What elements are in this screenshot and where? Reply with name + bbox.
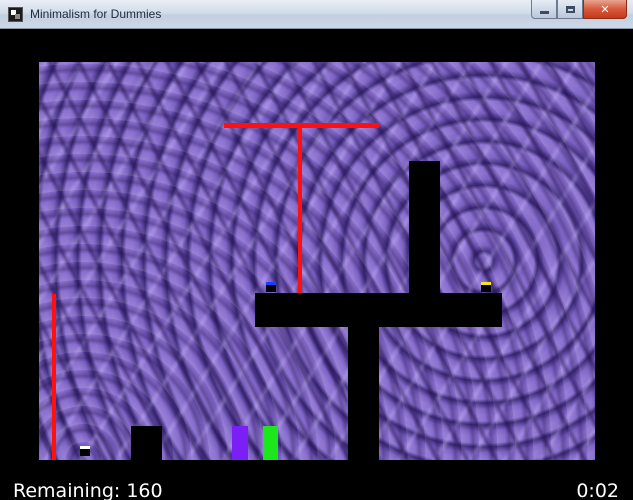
pillar-block: [348, 327, 379, 460]
wall-block-tall-right: [409, 161, 440, 295]
switch-blue[interactable]: [266, 282, 276, 292]
remaining-label: Remaining:: [13, 480, 121, 500]
close-icon: ✕: [600, 2, 610, 16]
window-title: Minimalism for Dummies: [30, 7, 162, 21]
maximize-icon: [565, 5, 575, 13]
remaining-count: 160: [126, 480, 163, 500]
switch-white[interactable]: [80, 446, 90, 456]
remaining-counter: Remaining: 160: [13, 480, 163, 500]
game-canvas[interactable]: Remaining: 160 0:02: [7, 29, 626, 500]
window-controls: ✕: [531, 0, 627, 20]
player-green[interactable]: [263, 426, 278, 460]
minimize-icon: [539, 10, 549, 14]
close-button[interactable]: ✕: [583, 0, 627, 19]
level-playfield: [39, 62, 595, 460]
title-bar[interactable]: Minimalism for Dummies ✕: [0, 0, 633, 29]
switch-yellow[interactable]: [481, 282, 491, 292]
laser-beam-vertical-left: [52, 294, 56, 460]
floor-block-small: [131, 426, 162, 460]
app-icon: [8, 7, 23, 22]
maximize-button[interactable]: [557, 0, 583, 19]
minimize-button[interactable]: [531, 0, 557, 19]
player-purple[interactable]: [232, 426, 248, 460]
platform-horizontal: [255, 293, 502, 327]
timer: 0:02: [576, 480, 619, 500]
laser-beam-vertical-center: [298, 128, 302, 294]
